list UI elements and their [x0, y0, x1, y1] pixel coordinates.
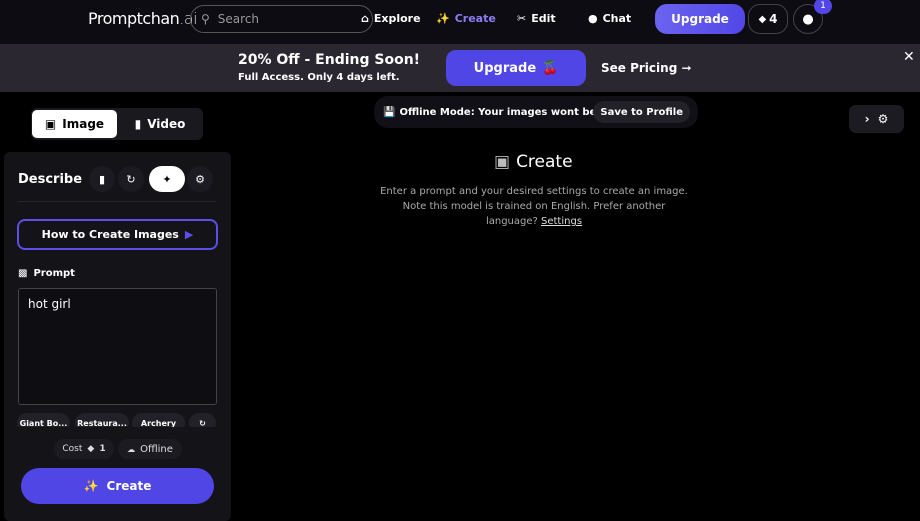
how-to-create-button[interactable]: How to Create Images ▶: [17, 219, 218, 250]
cloud-icon: ☁: [127, 444, 136, 454]
gem-icon: ◆: [758, 13, 767, 25]
suggestion-chip[interactable]: Restaura...: [75, 413, 129, 427]
image-icon: ▣: [44, 117, 57, 131]
nav-explore[interactable]: ⌂ Explore: [361, 12, 421, 25]
tab-video[interactable]: ▮ Video: [119, 110, 201, 138]
image-icon: ▣: [494, 152, 511, 172]
refresh-icon[interactable]: ↻: [118, 166, 144, 192]
search-placeholder: Search: [217, 12, 260, 26]
cost-value: 1: [99, 444, 106, 454]
cherry-icon: 🍒: [542, 60, 559, 76]
tab-label: Video: [147, 117, 186, 131]
notification-badge: 1: [814, 0, 832, 14]
settings-link[interactable]: Settings: [541, 216, 582, 227]
promo-subtitle: Full Access. Only 4 days left.: [238, 72, 400, 83]
promo-upgrade-button[interactable]: Upgrade 🍒: [446, 50, 586, 86]
tab-label: Image: [62, 117, 105, 131]
create-description: Enter a prompt and your desired settings…: [380, 184, 688, 229]
home-icon: ⌂: [361, 12, 369, 25]
bookmark-icon[interactable]: ▮: [89, 166, 115, 192]
close-icon[interactable]: ✕: [903, 49, 915, 65]
chevron-right-icon[interactable]: ›: [865, 112, 870, 126]
comment-icon: ▩: [18, 268, 28, 279]
nav-edit[interactable]: ✂ Edit: [517, 12, 556, 25]
play-icon: ▶: [184, 228, 194, 241]
suggestion-chip[interactable]: Archery: [132, 413, 185, 427]
prompt-label-text: Prompt: [33, 268, 75, 279]
nav-label: Chat: [602, 12, 632, 25]
gem-icon: ◆: [87, 444, 95, 454]
divider: [18, 201, 216, 202]
logo-text: Promptchan: [88, 9, 180, 28]
promo-title: 20% Off - Ending Soon!: [238, 52, 421, 68]
top-nav: Promptchan.ai ⚲ Search ⌂ Explore ✨ Create ✂…: [0, 0, 920, 44]
magic-wand-icon: ✨: [83, 479, 99, 493]
describe-panel: Describe ▮ ↻ ✦ ⚙ How to Create Images ▶ ▩…: [4, 152, 231, 521]
search-icon: ⚲: [201, 12, 210, 26]
create-title: Create: [516, 152, 573, 172]
panel-controls: › ⚙: [849, 105, 904, 133]
offline-notice: 💾 Offline Mode: Your images wont be saved…: [374, 96, 698, 128]
logo[interactable]: Promptchan.ai: [88, 9, 198, 28]
promo-upgrade-label: Upgrade: [473, 60, 537, 76]
floppy-icon: 💾: [383, 106, 396, 118]
gems-count: 4: [769, 12, 778, 26]
prompt-label: ▩ Prompt: [18, 268, 75, 279]
offline-label: Offline: [140, 443, 173, 455]
promo-banner: 20% Off - Ending Soon! Full Access. Only…: [0, 44, 920, 92]
refresh-suggestions-icon[interactable]: ↻: [189, 413, 216, 427]
prompt-input[interactable]: hot girl: [18, 288, 217, 405]
video-icon: ▮: [134, 117, 142, 131]
cost-badge: Cost ◆ 1: [54, 439, 114, 459]
nav-chat[interactable]: ● Chat: [588, 12, 631, 25]
suggestion-chip[interactable]: Giant Bo...: [17, 413, 70, 427]
how-to-label: How to Create Images: [41, 228, 179, 241]
save-to-profile-button[interactable]: Save to Profile: [593, 101, 690, 123]
tab-image[interactable]: ▣ Image: [32, 110, 117, 138]
sparkle-icon[interactable]: ✦: [149, 166, 185, 192]
create-button[interactable]: ✨ Create: [21, 468, 214, 504]
nav-create[interactable]: ✨ Create: [436, 12, 496, 25]
user-icon: ●: [802, 11, 814, 27]
see-pricing-link[interactable]: See Pricing ➞: [601, 61, 692, 75]
create-heading: ▣ Create: [494, 152, 573, 172]
offline-toggle[interactable]: ☁ Offline: [118, 439, 182, 459]
magic-wand-icon: ✨: [436, 12, 450, 25]
create-label: Create: [106, 479, 152, 493]
search-input[interactable]: ⚲ Search: [190, 5, 373, 33]
description-text: Enter a prompt and your desired settings…: [380, 186, 688, 227]
gear-icon[interactable]: ⚙: [187, 166, 213, 192]
gear-icon[interactable]: ⚙: [878, 112, 889, 126]
chat-icon: ●: [588, 12, 598, 25]
cost-label: Cost: [62, 444, 83, 454]
gems-counter[interactable]: ◆ 4: [748, 4, 788, 34]
mode-toggle: ▣ Image ▮ Video: [31, 108, 203, 140]
nav-label: Edit: [531, 12, 556, 25]
scissors-icon: ✂: [517, 12, 527, 25]
nav-label: Explore: [373, 12, 421, 25]
describe-heading: Describe: [18, 172, 83, 187]
nav-label: Create: [454, 12, 496, 25]
upgrade-button[interactable]: Upgrade: [655, 4, 745, 34]
